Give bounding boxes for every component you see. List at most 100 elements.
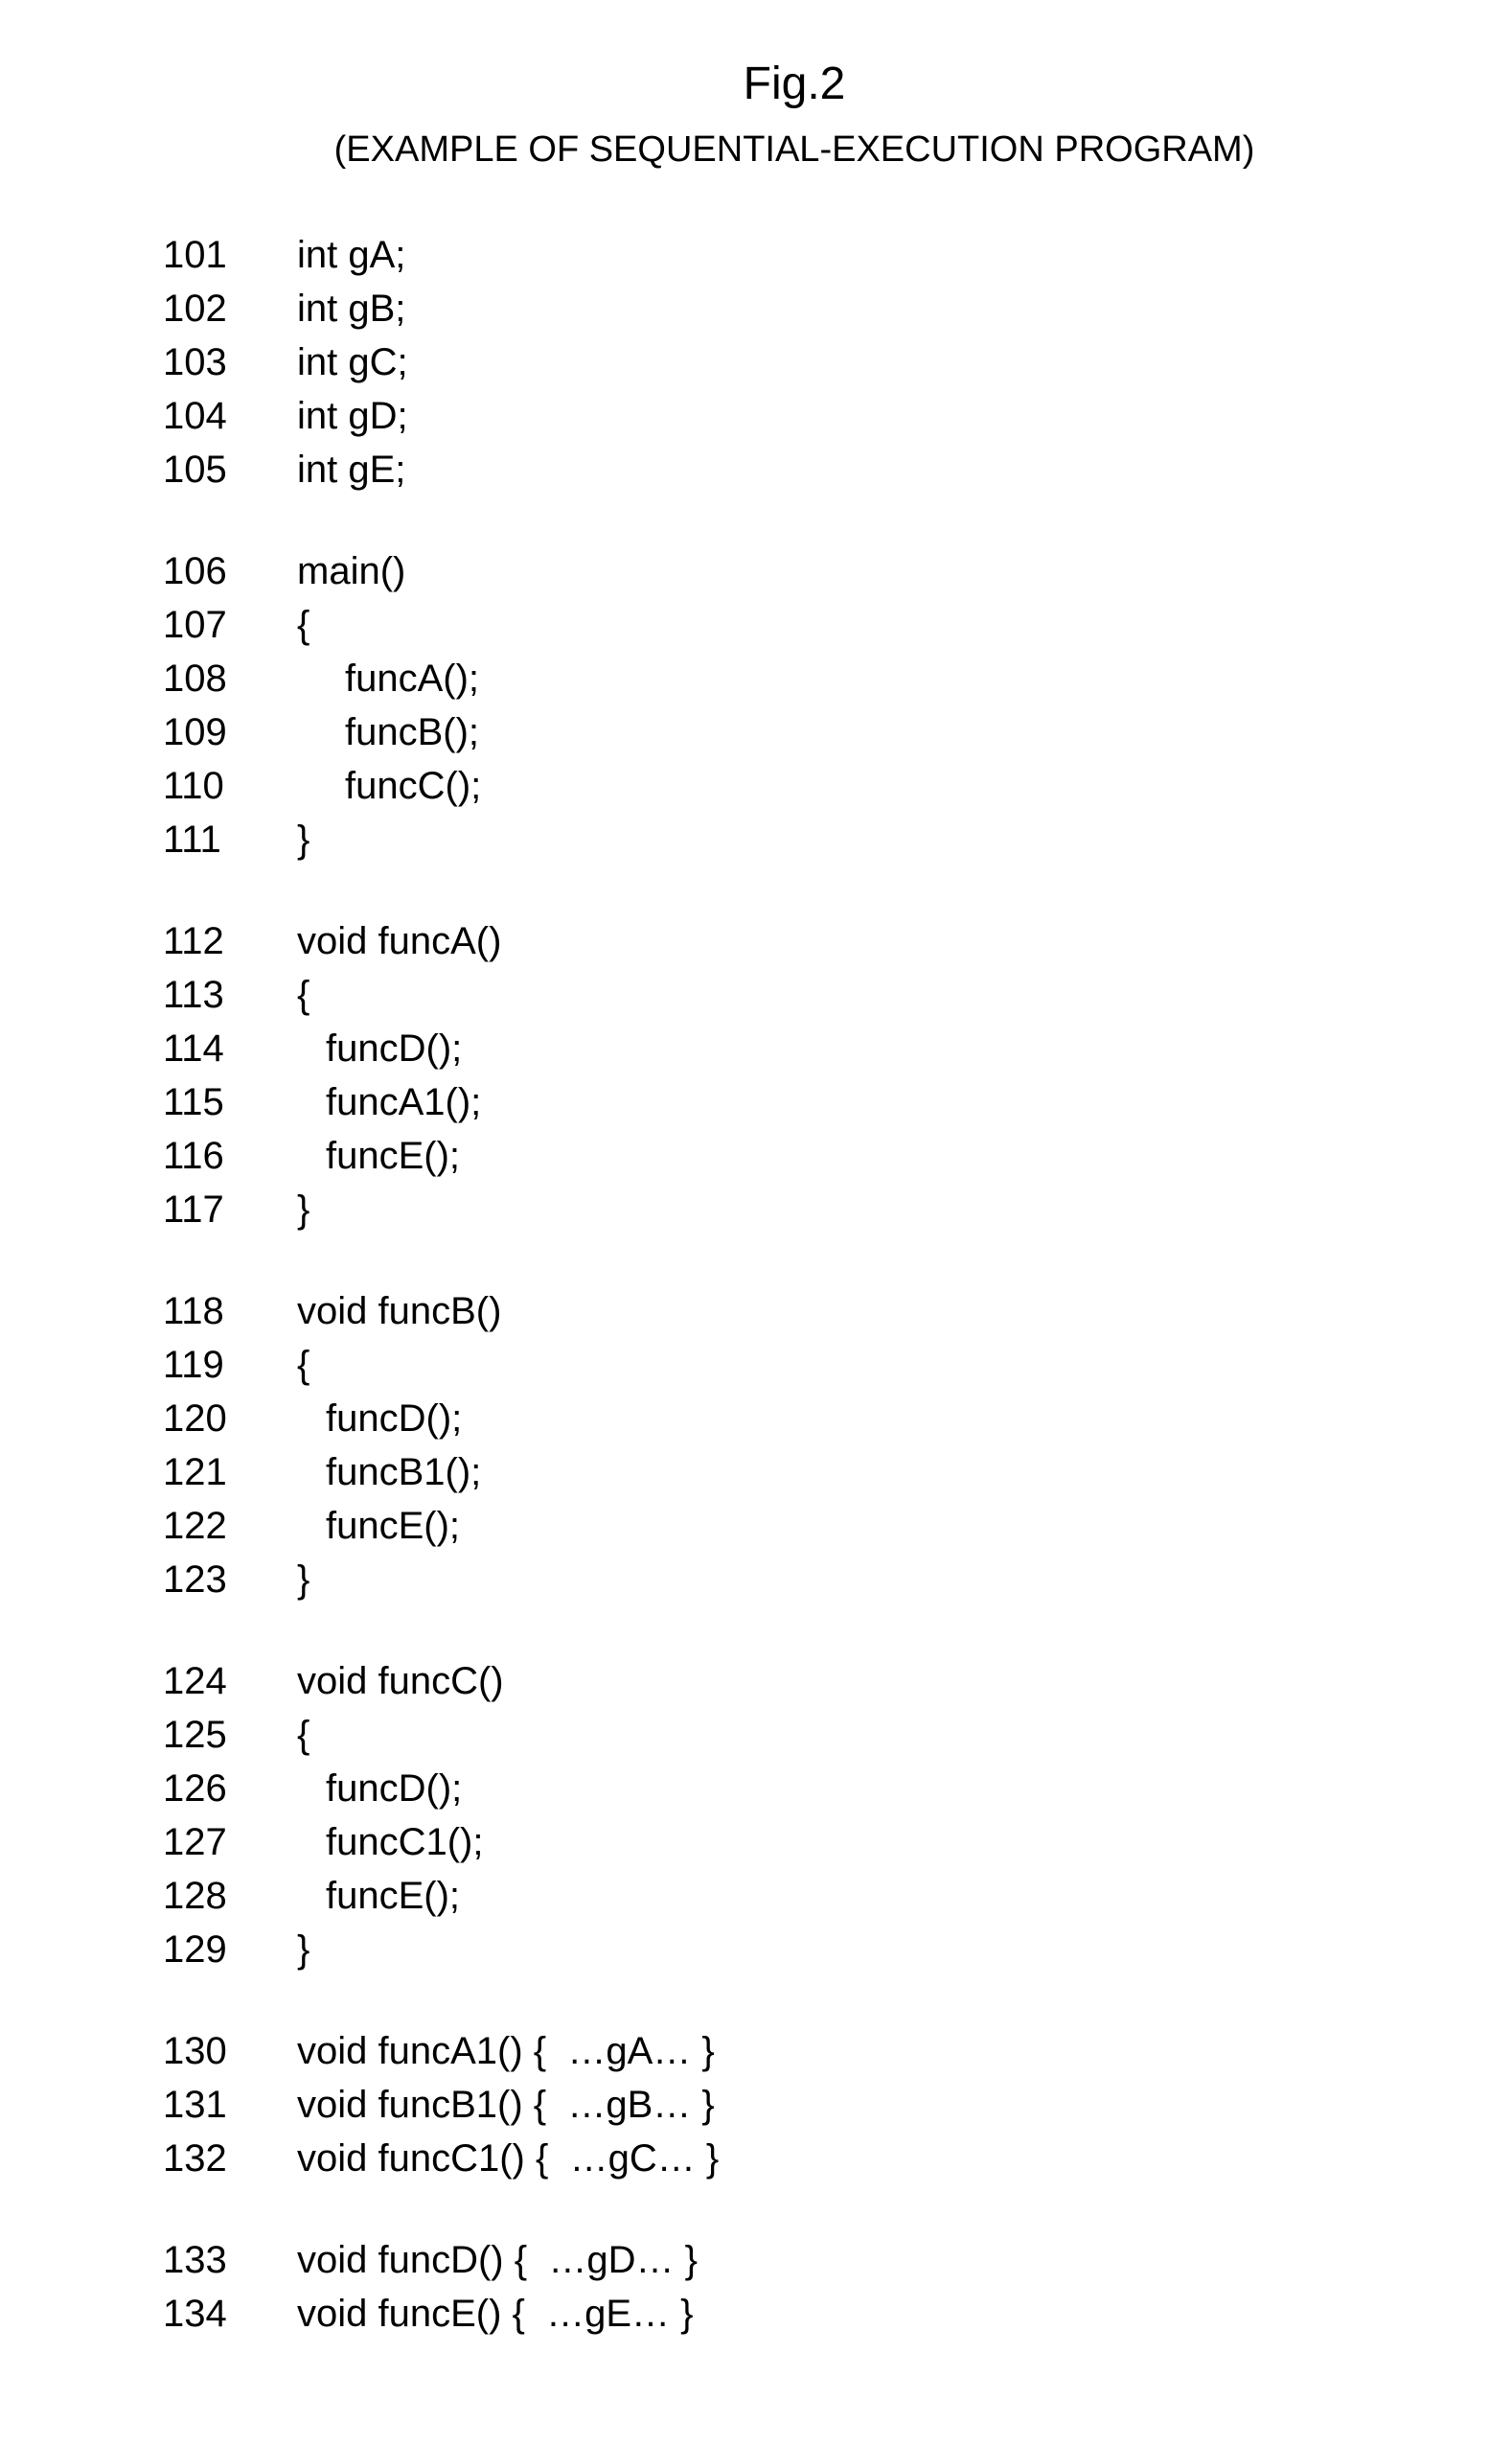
line-number: 123 <box>163 1553 297 1606</box>
code-text: void funcB() <box>297 1284 501 1338</box>
code-listing: 101int gA;102int gB;103int gC;104int gD;… <box>29 228 1483 2341</box>
code-text: int gC; <box>297 335 408 389</box>
code-line: 130void funcA1() { …gA… } <box>163 2024 1483 2078</box>
code-line: 129} <box>163 1923 1483 1976</box>
figure-subtitle: (EXAMPLE OF SEQUENTIAL-EXECUTION PROGRAM… <box>105 129 1483 171</box>
code-text: int gA; <box>297 228 405 282</box>
code-line: 112void funcA() <box>163 914 1483 968</box>
code-line: 110funcC(); <box>163 759 1483 813</box>
code-text: funcC1(); <box>297 1815 484 1869</box>
code-line: 107{ <box>163 598 1483 652</box>
line-number: 103 <box>163 335 297 389</box>
code-text: funcD(); <box>297 1392 462 1445</box>
code-line: 126funcD(); <box>163 1762 1483 1815</box>
line-number: 105 <box>163 443 297 496</box>
code-text: int gB; <box>297 282 405 335</box>
line-number: 101 <box>163 228 297 282</box>
code-line: 122funcE(); <box>163 1499 1483 1553</box>
code-text: main() <box>297 544 405 598</box>
line-number: 132 <box>163 2132 297 2185</box>
code-text: funcE(); <box>297 1869 460 1923</box>
code-line: 124void funcC() <box>163 1654 1483 1708</box>
code-text: funcA1(); <box>297 1075 481 1129</box>
code-text: void funcD() { …gD… } <box>297 2233 698 2287</box>
line-number: 133 <box>163 2233 297 2287</box>
code-line: 103int gC; <box>163 335 1483 389</box>
page-container: Fig.2 (EXAMPLE OF SEQUENTIAL-EXECUTION P… <box>29 58 1483 2341</box>
code-block: 118void funcB()119{120funcD();121funcB1(… <box>163 1284 1483 1606</box>
line-number: 111 <box>163 813 297 866</box>
line-number: 119 <box>163 1338 297 1392</box>
code-block: 106main()107{108funcA();109funcB();110fu… <box>163 544 1483 866</box>
code-line: 118void funcB() <box>163 1284 1483 1338</box>
line-number: 118 <box>163 1284 297 1338</box>
code-block: 133void funcD() { …gD… }134void funcE() … <box>163 2233 1483 2341</box>
code-block: 101int gA;102int gB;103int gC;104int gD;… <box>163 228 1483 496</box>
code-block: 130void funcA1() { …gA… }131void funcB1(… <box>163 2024 1483 2185</box>
code-block: 112void funcA()113{114funcD();115funcA1(… <box>163 914 1483 1236</box>
line-number: 108 <box>163 652 297 705</box>
code-text: } <box>297 1553 309 1606</box>
line-number: 125 <box>163 1708 297 1762</box>
code-text: void funcA() <box>297 914 501 968</box>
code-text: { <box>297 598 309 652</box>
code-line: 123} <box>163 1553 1483 1606</box>
line-number: 124 <box>163 1654 297 1708</box>
code-text: funcD(); <box>297 1762 462 1815</box>
code-line: 125{ <box>163 1708 1483 1762</box>
line-number: 121 <box>163 1445 297 1499</box>
line-number: 107 <box>163 598 297 652</box>
line-number: 112 <box>163 914 297 968</box>
line-number: 122 <box>163 1499 297 1553</box>
code-text: { <box>297 968 309 1022</box>
line-number: 129 <box>163 1923 297 1976</box>
code-text: funcD(); <box>297 1022 462 1075</box>
line-number: 106 <box>163 544 297 598</box>
code-text: void funcE() { …gE… } <box>297 2287 694 2341</box>
code-text: int gD; <box>297 389 408 443</box>
line-number: 117 <box>163 1183 297 1236</box>
code-text: void funcC() <box>297 1654 504 1708</box>
code-text: } <box>297 1923 309 1976</box>
line-number: 102 <box>163 282 297 335</box>
line-number: 126 <box>163 1762 297 1815</box>
code-line: 109funcB(); <box>163 705 1483 759</box>
code-line: 127funcC1(); <box>163 1815 1483 1869</box>
code-line: 108funcA(); <box>163 652 1483 705</box>
line-number: 109 <box>163 705 297 759</box>
line-number: 120 <box>163 1392 297 1445</box>
code-line: 101int gA; <box>163 228 1483 282</box>
line-number: 110 <box>163 759 297 813</box>
line-number: 131 <box>163 2078 297 2132</box>
code-text: void funcB1() { …gB… } <box>297 2078 715 2132</box>
line-number: 128 <box>163 1869 297 1923</box>
code-text: { <box>297 1708 309 1762</box>
code-text: funcA(); <box>297 652 479 705</box>
code-line: 133void funcD() { …gD… } <box>163 2233 1483 2287</box>
line-number: 104 <box>163 389 297 443</box>
code-block: 124void funcC()125{126funcD();127funcC1(… <box>163 1654 1483 1976</box>
code-line: 115funcA1(); <box>163 1075 1483 1129</box>
code-line: 121funcB1(); <box>163 1445 1483 1499</box>
line-number: 134 <box>163 2287 297 2341</box>
line-number: 113 <box>163 968 297 1022</box>
code-text: funcE(); <box>297 1129 460 1183</box>
code-text: void funcA1() { …gA… } <box>297 2024 715 2078</box>
code-line: 134void funcE() { …gE… } <box>163 2287 1483 2341</box>
code-text: funcC(); <box>297 759 481 813</box>
code-line: 111} <box>163 813 1483 866</box>
code-line: 105int gE; <box>163 443 1483 496</box>
code-text: int gE; <box>297 443 405 496</box>
line-number: 115 <box>163 1075 297 1129</box>
code-line: 119{ <box>163 1338 1483 1392</box>
code-text: funcB(); <box>297 705 479 759</box>
code-line: 128funcE(); <box>163 1869 1483 1923</box>
code-text: } <box>297 1183 309 1236</box>
code-text: } <box>297 813 309 866</box>
code-text: void funcC1() { …gC… } <box>297 2132 719 2185</box>
code-line: 131void funcB1() { …gB… } <box>163 2078 1483 2132</box>
code-text: { <box>297 1338 309 1392</box>
code-line: 116funcE(); <box>163 1129 1483 1183</box>
line-number: 116 <box>163 1129 297 1183</box>
code-line: 106main() <box>163 544 1483 598</box>
